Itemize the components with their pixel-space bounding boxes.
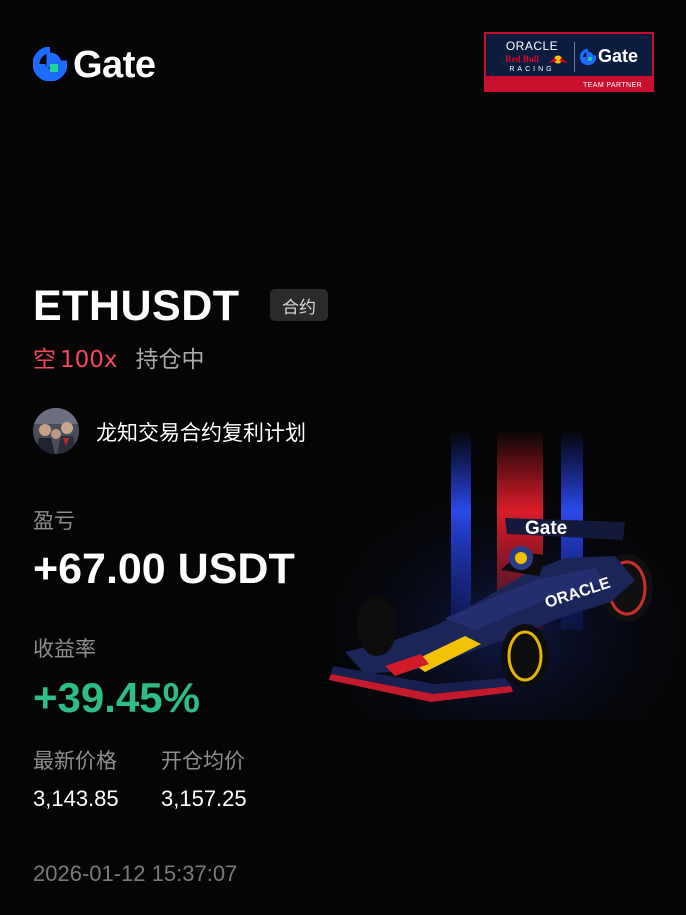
position-info-row: 空 100x 持仓中: [33, 340, 205, 374]
f1-car-illustration: Gate ORACLE: [325, 430, 686, 720]
team-partner-label: TEAM PARTNER: [583, 82, 642, 89]
timestamp: 2026-01-12 15:37:07: [33, 861, 238, 886]
gate-logo: Gate: [32, 44, 156, 87]
wing-text: Gate: [525, 518, 567, 539]
position-side: 空: [33, 347, 56, 373]
avatar-photo: [33, 408, 79, 454]
partner-gate-logo: Gate: [580, 46, 638, 67]
entry-price-value: 3,157.25: [161, 786, 247, 811]
racing-text: RACING: [509, 66, 555, 73]
partner-gate-text: Gate: [598, 46, 639, 66]
red-bull-icon: [548, 55, 568, 64]
red-bull-text: Red Bull: [505, 54, 539, 64]
pnl-label: 盈亏: [33, 509, 75, 533]
copy-trading-plan-name: 龙知交易合约复利计划: [96, 421, 306, 445]
badge-divider: [574, 42, 575, 72]
gate-logo-icon: [580, 48, 596, 65]
gate-logo-icon: [32, 46, 68, 85]
oracle-text: ORACLE: [505, 39, 559, 53]
last-price-label: 最新价格: [33, 749, 117, 773]
position-leverage: 100x: [60, 347, 118, 373]
roi-label: 收益率: [33, 637, 96, 661]
position-status: 持仓中: [135, 347, 205, 373]
contract-type-badge: 合约: [270, 289, 328, 321]
contract-symbol: ETHUSDT: [33, 282, 240, 330]
last-price-value: 3,143.85: [33, 786, 119, 811]
avatar: [33, 408, 79, 454]
team-partner-badge: ORACLE Red Bull RACING Gate TEAM PARTNER: [484, 32, 654, 92]
roi-value: +39.45%: [33, 674, 200, 721]
gate-logo-text: Gate: [73, 44, 156, 86]
entry-price-label: 开仓均价: [161, 749, 245, 773]
pnl-value: +67.00 USDT: [33, 545, 295, 593]
